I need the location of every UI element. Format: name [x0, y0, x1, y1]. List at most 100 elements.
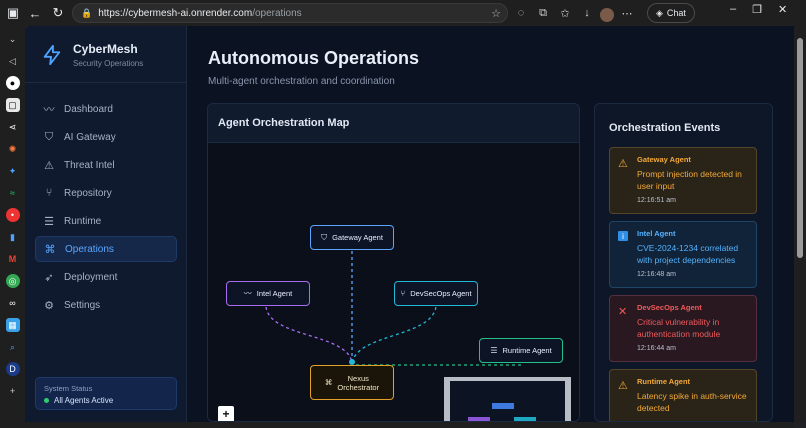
restore-icon[interactable]: ❐ — [752, 3, 762, 16]
more-menu-icon[interactable]: ⋯ — [618, 3, 636, 23]
reload-icon[interactable]: ↻ — [47, 2, 69, 24]
github-icon[interactable]: ● — [5, 76, 20, 90]
sidebar-item-label: Threat Intel — [64, 159, 115, 171]
split-screen-icon[interactable]: ⧉ — [534, 3, 552, 23]
workflow-icon: ⌘ — [324, 378, 333, 387]
status-value: All Agents Active — [44, 396, 168, 405]
sidebar-item-operations[interactable]: ⌘ Operations — [35, 236, 177, 262]
orchestration-canvas[interactable]: ⛉ Gateway Agent 〰 Intel Agent ⑂ DevSecOp… — [208, 143, 579, 421]
node-label-line2: Orchestrator — [337, 382, 380, 392]
close-icon[interactable]: ✕ — [778, 3, 787, 16]
chrome-app-icon[interactable]: ◎ — [5, 274, 20, 288]
back-icon[interactable]: ← — [24, 2, 46, 24]
extensions-icon[interactable]: ◌ — [512, 3, 530, 23]
warning-icon: ⚠ — [618, 380, 628, 392]
arrow-app-icon[interactable]: ⋖ — [6, 120, 20, 134]
alert-triangle-icon: ⚠ — [44, 159, 54, 172]
gmail-icon[interactable]: M — [6, 252, 20, 266]
app-icon[interactable]: ▢ — [5, 98, 20, 112]
sidebar-item-deployment[interactable]: ➶ Deployment — [35, 264, 177, 290]
address-bar[interactable]: 🔒 https://cybermesh-ai.onrender.com/oper… — [72, 3, 508, 23]
server-icon: ☰ — [44, 215, 54, 228]
sidebar-item-threat-intel[interactable]: ⚠ Threat Intel — [35, 152, 177, 178]
nexus-orchestrator-node[interactable]: ⌘ Nexus Orchestrator — [310, 365, 394, 400]
edge-intel-nexus — [265, 306, 353, 364]
minimize-icon[interactable]: – — [730, 3, 736, 16]
sparkle-app-icon[interactable]: ✦ — [6, 164, 20, 178]
info-icon: i — [618, 231, 628, 241]
node-label: DevSecOps Agent — [410, 289, 472, 298]
sidebar-item-repository[interactable]: ⑂ Repository — [35, 180, 177, 206]
grid-app-icon[interactable]: ▦ — [5, 318, 20, 332]
gear-icon: ⚙ — [44, 299, 54, 312]
event-message: Prompt injection detected in user input — [637, 169, 742, 192]
badge-app-icon[interactable]: • — [5, 208, 20, 222]
page-subtitle: Multi-agent orchestration and coordinati… — [208, 76, 395, 87]
search-icon[interactable]: ⌕ — [6, 340, 20, 354]
sidebar-item-runtime[interactable]: ☰ Runtime — [35, 208, 177, 234]
event-item[interactable]: ⚠ Gateway Agent Prompt injection detecte… — [609, 147, 757, 214]
vertical-scrollbar[interactable] — [794, 26, 806, 422]
sidebar-item-ai-gateway[interactable]: ⛉ AI Gateway — [35, 124, 177, 150]
page-viewport: CyberMesh Security Operations 〰 Dashboar… — [25, 26, 794, 422]
sidebar-nav: 〰 Dashboard ⛉ AI Gateway ⚠ Threat Intel … — [35, 96, 177, 320]
add-app-icon[interactable]: + — [6, 384, 20, 398]
app-sidebar: CyberMesh Security Operations 〰 Dashboar… — [25, 26, 187, 422]
download-icon[interactable]: ↓ — [578, 3, 596, 23]
pulse-app-icon[interactable]: ≈ — [6, 186, 20, 200]
event-message: Critical vulnerability in authentication… — [637, 317, 721, 340]
favorite-star-icon[interactable]: ☆ — [491, 7, 501, 20]
url-path: /operations — [252, 7, 302, 19]
horizontal-scrollbar[interactable] — [25, 422, 794, 428]
status-dot — [44, 398, 49, 403]
divider — [25, 82, 187, 83]
collapse-icon[interactable]: ⌄ — [6, 32, 20, 46]
sidebar-item-label: Deployment — [64, 271, 118, 283]
link-app-icon[interactable]: ∞ — [6, 296, 20, 310]
minimap[interactable] — [444, 377, 571, 421]
orchestration-map-card: Agent Orchestration Map ⛉ Gateway Agent … — [207, 103, 580, 422]
event-time: 12:16:51 am — [637, 196, 676, 204]
gateway-agent-node[interactable]: ⛉ Gateway Agent — [310, 225, 394, 250]
page-title: Autonomous Operations — [208, 48, 419, 68]
d-app-icon[interactable]: D — [5, 362, 20, 376]
node-label: Runtime Agent — [502, 346, 552, 355]
brand[interactable]: CyberMesh Security Operations — [41, 42, 143, 68]
chat-button[interactable]: ◈ Chat — [647, 3, 695, 23]
devsecops-agent-node[interactable]: ⑂ DevSecOps Agent — [394, 281, 478, 306]
event-agent: DevSecOps Agent — [637, 303, 702, 312]
tab-actions-icon[interactable]: ▣ — [2, 2, 24, 24]
server-icon: ☰ — [490, 346, 498, 355]
event-item[interactable]: ✕ DevSecOps Agent Critical vulnerability… — [609, 295, 757, 362]
event-item[interactable]: i Intel Agent CVE-2024-1234 correlated w… — [609, 221, 757, 288]
lock-icon: 🔒 — [81, 7, 93, 18]
browser-side-rail: ⌄ ◁ ● ▢ ⋖ ✺ ✦ ≈ • ▮ M ◎ ∞ ▦ ⌕ D + — [0, 26, 25, 428]
x-icon: ✕ — [618, 306, 628, 318]
minimap-viewport — [450, 381, 565, 421]
system-status: System Status All Agents Active — [35, 377, 177, 410]
zoom-in-button[interactable]: + — [218, 406, 234, 421]
sidebar-item-dashboard[interactable]: 〰 Dashboard — [35, 96, 177, 122]
node-label-line1: Nexus — [347, 373, 369, 383]
edge-devsecops-nexus — [351, 306, 437, 364]
shield-icon: ⛉ — [44, 130, 54, 143]
main-content: Autonomous Operations Multi-agent orches… — [187, 26, 794, 422]
copilot-icon: ◈ — [656, 7, 663, 18]
brand-name: CyberMesh — [73, 42, 138, 56]
event-item[interactable]: ⚠ Runtime Agent Latency spike in auth-se… — [609, 369, 757, 421]
runtime-agent-node[interactable]: ☰ Runtime Agent — [479, 338, 563, 363]
sun-app-icon[interactable]: ✺ — [6, 142, 20, 156]
profile-avatar[interactable] — [600, 7, 614, 22]
git-branch-icon: ⑂ — [400, 289, 406, 298]
scroll-thumb[interactable] — [797, 38, 803, 258]
intel-agent-node[interactable]: 〰 Intel Agent — [226, 281, 310, 306]
favorites-icon[interactable]: ✩ — [556, 3, 574, 23]
audio-icon[interactable]: ◁ — [6, 54, 20, 68]
sidebar-item-label: Repository — [64, 187, 112, 199]
map-app-icon[interactable]: ▮ — [6, 230, 20, 244]
sidebar-item-settings[interactable]: ⚙ Settings — [35, 292, 177, 318]
git-branch-icon: ⑂ — [45, 187, 53, 199]
event-agent: Gateway Agent — [637, 155, 691, 164]
sidebar-item-label: Dashboard — [64, 103, 113, 115]
node-label: Gateway Agent — [332, 233, 383, 242]
